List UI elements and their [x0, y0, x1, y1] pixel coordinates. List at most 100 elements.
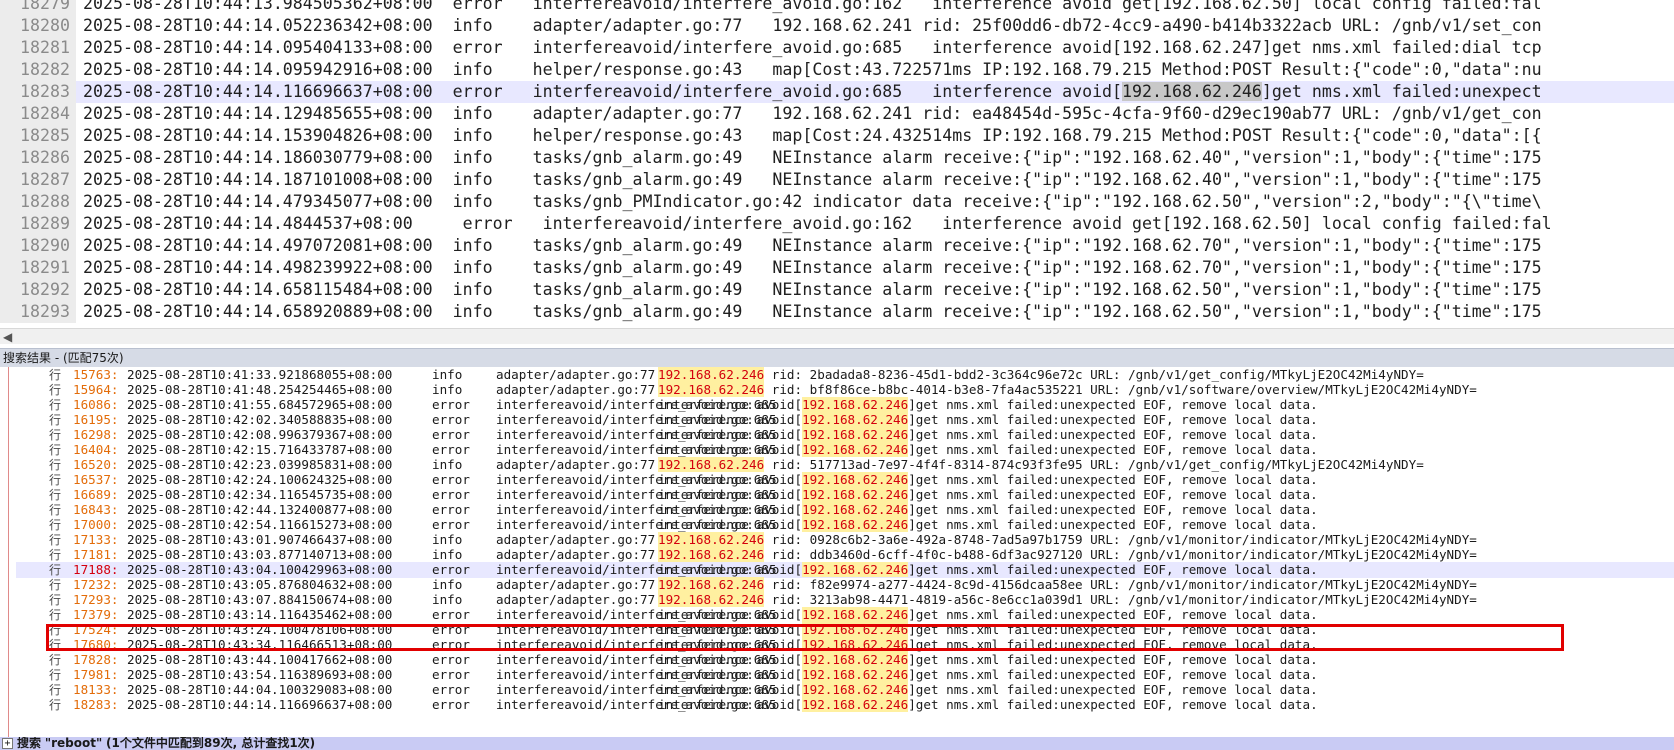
result-timestamp: 2025-08-28T10:42:24.100624325+08:00: [127, 472, 393, 487]
line-text[interactable]: 2025-08-28T10:44:14.052236342+08:00 info…: [83, 15, 1542, 37]
line-number: 18292: [0, 279, 76, 301]
result-line-number[interactable]: 16086:: [73, 397, 119, 413]
search-result-row[interactable]: 行 15964: 2025-08-28T10:41:48.254254465+08:…: [16, 382, 1674, 398]
search-result-row[interactable]: 行 16520: 2025-08-28T10:42:23.039985831+08:…: [16, 457, 1674, 473]
editor-line-current[interactable]: 18283 2025-08-28T10:44:14.116696637+08:0…: [0, 81, 1674, 103]
editor-line[interactable]: 18293 2025-08-28T10:44:14.658920889+08:0…: [0, 301, 1674, 323]
line-text[interactable]: 2025-08-28T10:44:14.116696637+08:00 erro…: [83, 81, 1542, 103]
result-message: interference avoid[192.168.62.246]get nm…: [658, 697, 1318, 712]
line-text[interactable]: 2025-08-28T10:44:14.187101008+08:00 info…: [83, 169, 1542, 191]
result-line-number[interactable]: 17293:: [73, 592, 119, 608]
match-highlight: 192.168.62.246: [658, 532, 765, 547]
result-line-number[interactable]: 18133:: [73, 682, 119, 698]
result-line-number[interactable]: 17188:: [73, 562, 119, 578]
search-result-row[interactable]: 行 17181: 2025-08-28T10:43:03.877140713+08:…: [16, 547, 1674, 563]
result-message: interference avoid[192.168.62.246]get nm…: [658, 682, 1318, 697]
result-line-number[interactable]: 17181:: [73, 547, 119, 563]
result-message: interference avoid[192.168.62.246]get nm…: [658, 652, 1318, 667]
search-result-row[interactable]: 行 16298: 2025-08-28T10:42:08.996379367+08:…: [16, 427, 1674, 443]
line-text[interactable]: 2025-08-28T10:44:14.129485655+08:00 info…: [83, 103, 1542, 125]
result-line-number[interactable]: 17981:: [73, 667, 119, 683]
search-result-row[interactable]: 行 18283: 2025-08-28T10:44:14.116696637+08:…: [16, 697, 1674, 713]
search-result-row[interactable]: 行 15763: 2025-08-28T10:41:33.921868055+08:…: [16, 367, 1674, 383]
result-level: info: [432, 577, 463, 592]
editor-line[interactable]: 18288 2025-08-28T10:44:14.479345077+08:0…: [0, 191, 1674, 213]
search-results-panel[interactable]: 行 15763: 2025-08-28T10:41:33.921868055+08:…: [0, 367, 1674, 737]
result-line-number[interactable]: 16298:: [73, 427, 119, 443]
editor-line[interactable]: 18280 2025-08-28T10:44:14.052236342+08:0…: [0, 15, 1674, 37]
result-source: adapter/adapter.go:77: [496, 382, 656, 397]
result-line-number[interactable]: 16195:: [73, 412, 119, 428]
search-result-row[interactable]: 行 17232: 2025-08-28T10:43:05.876804632+08:…: [16, 577, 1674, 593]
search-result-row[interactable]: 行 16537: 2025-08-28T10:42:24.100624325+08:…: [16, 472, 1674, 488]
result-line-number[interactable]: 15964:: [73, 382, 119, 398]
result-line-number[interactable]: 16404:: [73, 442, 119, 458]
result-line-number[interactable]: 16537:: [73, 472, 119, 488]
search-result-row[interactable]: 行 17293: 2025-08-28T10:43:07.884150674+08:…: [16, 592, 1674, 608]
expand-icon[interactable]: +: [2, 738, 13, 749]
selected-match[interactable]: 192.168.62.246: [1122, 82, 1262, 101]
result-message: 192.168.62.246 rid: 3213ab98-4471-4819-a…: [658, 592, 1477, 607]
line-text[interactable]: 2025-08-28T10:44:14.479345077+08:00 info…: [83, 191, 1542, 213]
line-number: 18282: [0, 59, 76, 81]
search-result-row[interactable]: 行 16195: 2025-08-28T10:42:02.340588835+08:…: [16, 412, 1674, 428]
line-text[interactable]: 2025-08-28T10:44:14.498239922+08:00 info…: [83, 257, 1542, 279]
editor-line[interactable]: 18287 2025-08-28T10:44:14.187101008+08:0…: [0, 169, 1674, 191]
search-result-row[interactable]: 行 18133: 2025-08-28T10:44:04.100329083+08:…: [16, 682, 1674, 698]
search-result-row[interactable]: 行 16843: 2025-08-28T10:42:44.132400877+08:…: [16, 502, 1674, 518]
line-text[interactable]: 2025-08-28T10:44:14.497072081+08:00 info…: [83, 235, 1542, 257]
search-result-row[interactable]: 行 17379: 2025-08-28T10:43:14.116435462+08:…: [16, 607, 1674, 623]
search-summary-bar[interactable]: + 搜索 "reboot" (1个文件中匹配到89次, 总计查找1次): [0, 737, 1674, 750]
search-result-row[interactable]: 行 17680: 2025-08-28T10:43:34.116466513+08:…: [16, 637, 1674, 653]
search-result-row[interactable]: 行 17188: 2025-08-28T10:43:04.100429963+08:…: [16, 562, 1674, 578]
result-line-number[interactable]: 15763:: [73, 367, 119, 383]
editor-line[interactable]: 18286 2025-08-28T10:44:14.186030779+08:0…: [0, 147, 1674, 169]
line-text[interactable]: 2025-08-28T10:44:14.095942916+08:00 info…: [83, 59, 1542, 81]
result-line-number[interactable]: 17133:: [73, 532, 119, 548]
line-text[interactable]: 2025-08-28T10:44:14.186030779+08:00 info…: [83, 147, 1542, 169]
line-text[interactable]: 2025-08-28T10:44:14.4844537+08:00 error …: [83, 213, 1552, 235]
line-prefix: 行: [49, 683, 62, 697]
line-prefix: 行: [49, 563, 62, 577]
result-line-number[interactable]: 17232:: [73, 577, 119, 593]
result-line-number[interactable]: 17000:: [73, 517, 119, 533]
search-result-row[interactable]: 行 17524: 2025-08-28T10:43:24.100478106+08:…: [16, 622, 1674, 638]
search-result-row[interactable]: 行 17828: 2025-08-28T10:43:44.100417662+08:…: [16, 652, 1674, 668]
editor-line[interactable]: 18284 2025-08-28T10:44:14.129485655+08:0…: [0, 103, 1674, 125]
result-line-number[interactable]: 16843:: [73, 502, 119, 518]
search-result-row[interactable]: 行 16404: 2025-08-28T10:42:15.716433787+08:…: [16, 442, 1674, 458]
line-text[interactable]: 2025-08-28T10:44:13.984505362+08:00 erro…: [83, 0, 1542, 15]
result-message: 192.168.62.246 rid: 2badada8-8236-45d1-b…: [658, 367, 1424, 382]
result-line-number[interactable]: 16520:: [73, 457, 119, 473]
result-message: interference avoid[192.168.62.246]get nm…: [658, 412, 1318, 427]
result-line-number[interactable]: 16689:: [73, 487, 119, 503]
line-text[interactable]: 2025-08-28T10:44:14.095404133+08:00 erro…: [83, 37, 1542, 59]
scroll-left-arrow-icon[interactable]: ◀: [3, 329, 15, 345]
editor-line[interactable]: 18289 2025-08-28T10:44:14.4844537+08:00 …: [0, 213, 1674, 235]
editor-line[interactable]: 18290 2025-08-28T10:44:14.497072081+08:0…: [0, 235, 1674, 257]
result-line-number[interactable]: 17828:: [73, 652, 119, 668]
line-text[interactable]: 2025-08-28T10:44:14.658920889+08:00 info…: [83, 301, 1542, 323]
editor-line[interactable]: 18279 2025-08-28T10:44:13.984505362+08:0…: [0, 0, 1674, 15]
line-number: 18283: [0, 81, 76, 103]
search-result-row[interactable]: 行 17000: 2025-08-28T10:42:54.116615273+08:…: [16, 517, 1674, 533]
result-level: info: [432, 457, 463, 472]
search-result-row[interactable]: 行 17133: 2025-08-28T10:43:01.907466437+08:…: [16, 532, 1674, 548]
editor-line[interactable]: 18282 2025-08-28T10:44:14.095942916+08:0…: [0, 59, 1674, 81]
line-text[interactable]: 2025-08-28T10:44:14.153904826+08:00 info…: [83, 125, 1542, 147]
log-editor[interactable]: 18279 2025-08-28T10:44:13.984505362+08:0…: [0, 0, 1674, 328]
search-result-row[interactable]: 行 16086: 2025-08-28T10:41:55.684572965+08:…: [16, 397, 1674, 413]
search-result-row[interactable]: 行 17981: 2025-08-28T10:43:54.116389693+08:…: [16, 667, 1674, 683]
result-line-number[interactable]: 17379:: [73, 607, 119, 623]
horizontal-scrollbar[interactable]: ◀: [0, 328, 1674, 344]
result-line-number[interactable]: 17524:: [73, 622, 119, 638]
editor-line[interactable]: 18292 2025-08-28T10:44:14.658115484+08:0…: [0, 279, 1674, 301]
match-highlight: 192.168.62.246: [802, 412, 909, 427]
line-text[interactable]: 2025-08-28T10:44:14.658115484+08:00 info…: [83, 279, 1542, 301]
result-line-number[interactable]: 17680:: [73, 637, 119, 653]
result-line-number[interactable]: 18283:: [73, 697, 119, 713]
editor-line[interactable]: 18285 2025-08-28T10:44:14.153904826+08:0…: [0, 125, 1674, 147]
editor-line[interactable]: 18281 2025-08-28T10:44:14.095404133+08:0…: [0, 37, 1674, 59]
editor-line[interactable]: 18291 2025-08-28T10:44:14.498239922+08:0…: [0, 257, 1674, 279]
search-result-row[interactable]: 行 16689: 2025-08-28T10:42:34.116545735+08:…: [16, 487, 1674, 503]
